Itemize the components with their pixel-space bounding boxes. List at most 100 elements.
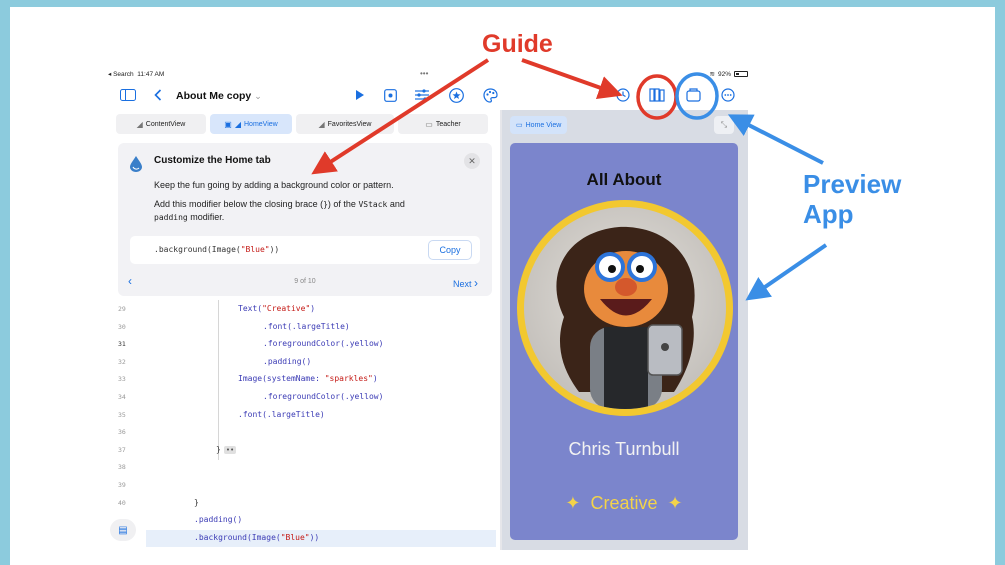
- tab-homeview[interactable]: ▣ ◢ HomeView: [210, 114, 292, 134]
- code-text: Text(: [238, 304, 263, 313]
- code-line[interactable]: } ••: [216, 444, 237, 454]
- para-text: Add this modifier below the closing brac…: [154, 199, 324, 209]
- documentation-icon[interactable]: ▤: [110, 519, 136, 541]
- step-counter: 9 of 10: [294, 278, 316, 285]
- swift-icon: ◢: [318, 119, 325, 129]
- avatar-image: [524, 207, 726, 409]
- fold-marker[interactable]: ••: [223, 445, 237, 454]
- status-left: ◂ Search 11:47 AM: [108, 70, 164, 78]
- toolbar: About Me copy ⌄: [108, 82, 748, 108]
- line-number: 35: [118, 410, 126, 419]
- code-line[interactable]: .font(.largeTitle): [263, 322, 350, 331]
- muppet-character-image: [556, 226, 695, 409]
- expand-icon[interactable]: ⤡: [714, 116, 734, 134]
- code-text: }: [216, 444, 221, 454]
- para-text: and: [387, 199, 405, 209]
- guide-panel: Customize the Home tab ✕ Keep the fun go…: [118, 143, 492, 296]
- guide-navigation: ‹ 9 of 10 Next ›: [118, 274, 492, 292]
- guide-paragraph-2: Add this modifier below the closing brac…: [154, 198, 454, 224]
- tab-teacher[interactable]: ▭ Teacher: [398, 114, 488, 134]
- project-title[interactable]: About Me copy ⌄: [176, 90, 262, 102]
- line-number: 37: [118, 445, 126, 454]
- code-line[interactable]: Text("Creative"): [238, 304, 315, 313]
- para-text: modifier.: [187, 212, 225, 222]
- code-snippet: .background(Image("Blue")) Copy: [130, 236, 480, 264]
- app-name: Chris Turnbull: [568, 439, 680, 459]
- star-icon[interactable]: [446, 86, 466, 104]
- avatar: [517, 200, 733, 416]
- multitask-dots[interactable]: •••: [420, 69, 428, 78]
- code-line[interactable]: .foregroundColor(.yellow): [263, 339, 383, 348]
- line-number: 33: [118, 375, 126, 384]
- next-button[interactable]: Next ›: [453, 276, 478, 290]
- tab-label: ContentView: [145, 120, 186, 128]
- code-text: Image(systemName:: [238, 374, 325, 384]
- code-string: "sparkles": [324, 374, 373, 384]
- code-line[interactable]: Image(systemName: "sparkles"): [238, 374, 378, 383]
- project-title-text: About Me copy: [176, 90, 252, 102]
- battery-text: 92%: [717, 70, 731, 78]
- code-text: .foregroundColor(.yellow): [263, 392, 384, 401]
- code-line[interactable]: .padding(): [194, 515, 242, 524]
- sliders-icon[interactable]: [412, 86, 432, 104]
- code-text: .background(Image(: [194, 532, 281, 542]
- record-icon[interactable]: [380, 86, 400, 104]
- copy-button[interactable]: Copy: [428, 240, 472, 260]
- code-line[interactable]: .background(Image("Blue")): [194, 533, 319, 542]
- chevron-left-icon[interactable]: [148, 86, 168, 104]
- code-editor[interactable]: 29 Text("Creative") 30 .font(.largeTitle) 31…: [108, 300, 500, 550]
- swift-playgrounds-icon: [130, 156, 142, 172]
- tab-label: Teacher: [435, 120, 461, 128]
- image-icon: ▭: [425, 119, 433, 129]
- para-text: ) of the: [327, 199, 359, 209]
- chevron-down-icon: ⌄: [254, 91, 262, 101]
- more-icon[interactable]: [718, 86, 738, 104]
- tab-favoritesview[interactable]: ◢ FavoritesView: [296, 114, 394, 134]
- chevron-right-icon: ›: [474, 276, 478, 290]
- code-text: .foregroundColor(.yellow): [263, 339, 384, 349]
- creative-label: Creative: [590, 493, 658, 513]
- line-number: 30: [118, 322, 126, 331]
- guide-paragraph-1: Keep the fun going by adding a backgroun…: [154, 180, 394, 190]
- sparkles-icon: ✦: [667, 493, 683, 513]
- code-line[interactable]: }: [194, 498, 199, 507]
- guide-title: Customize the Home tab: [154, 155, 271, 166]
- guide-annotation-label: Guide: [482, 30, 553, 58]
- line-number: 31: [118, 340, 126, 349]
- line-number: 29: [118, 305, 126, 313]
- app-title: All About: [586, 170, 662, 189]
- battery-icon: [734, 71, 748, 77]
- line-number: 36: [118, 428, 126, 437]
- code-line[interactable]: .foregroundColor(.yellow): [263, 392, 383, 401]
- code-string: "Blue": [280, 532, 310, 542]
- code-string: "Creative": [262, 304, 311, 313]
- code-text: }: [194, 497, 199, 507]
- preview-pane: ▭ Home View ⤡ All About Chris Turnbull ✦…: [502, 110, 748, 550]
- snippet-string: "Blue": [240, 245, 270, 254]
- sidebar-icon[interactable]: [118, 86, 138, 104]
- line-number: 40: [118, 498, 126, 507]
- window-icon[interactable]: [683, 86, 703, 104]
- back-to-search[interactable]: ◂ Search: [108, 71, 134, 78]
- swift-icon: ◢: [136, 119, 143, 129]
- file-tabs: ◢ ContentView ▣ ◢ HomeView ◢ FavoritesView ▭…: [108, 114, 500, 136]
- code-line[interactable]: .font(.largeTitle): [238, 410, 325, 419]
- code-text: ): [310, 304, 316, 313]
- tab-contentview[interactable]: ◢ ContentView: [116, 114, 206, 134]
- window-icon: ▭: [516, 122, 523, 129]
- preview-app: All About Chris Turnbull ✦ Creative ✦: [510, 143, 738, 540]
- history-icon[interactable]: [613, 86, 633, 104]
- play-icon[interactable]: [350, 86, 370, 104]
- tab-label: HomeView: [244, 120, 278, 128]
- code-line[interactable]: .padding(): [263, 357, 311, 366]
- book-icon[interactable]: [647, 86, 667, 104]
- creative-row: ✦ Creative ✦: [510, 493, 738, 514]
- preview-tab[interactable]: ▭ Home View: [510, 116, 568, 134]
- close-icon[interactable]: ✕: [464, 153, 480, 169]
- preview-annotation-label: Preview App: [803, 169, 901, 229]
- tab-label: FavoritesView: [327, 120, 372, 128]
- swift-icon: ◢: [234, 119, 241, 129]
- palette-icon[interactable]: [480, 86, 500, 104]
- code-text: .font(.largeTitle): [263, 321, 350, 331]
- snippet-suffix: )): [269, 245, 280, 254]
